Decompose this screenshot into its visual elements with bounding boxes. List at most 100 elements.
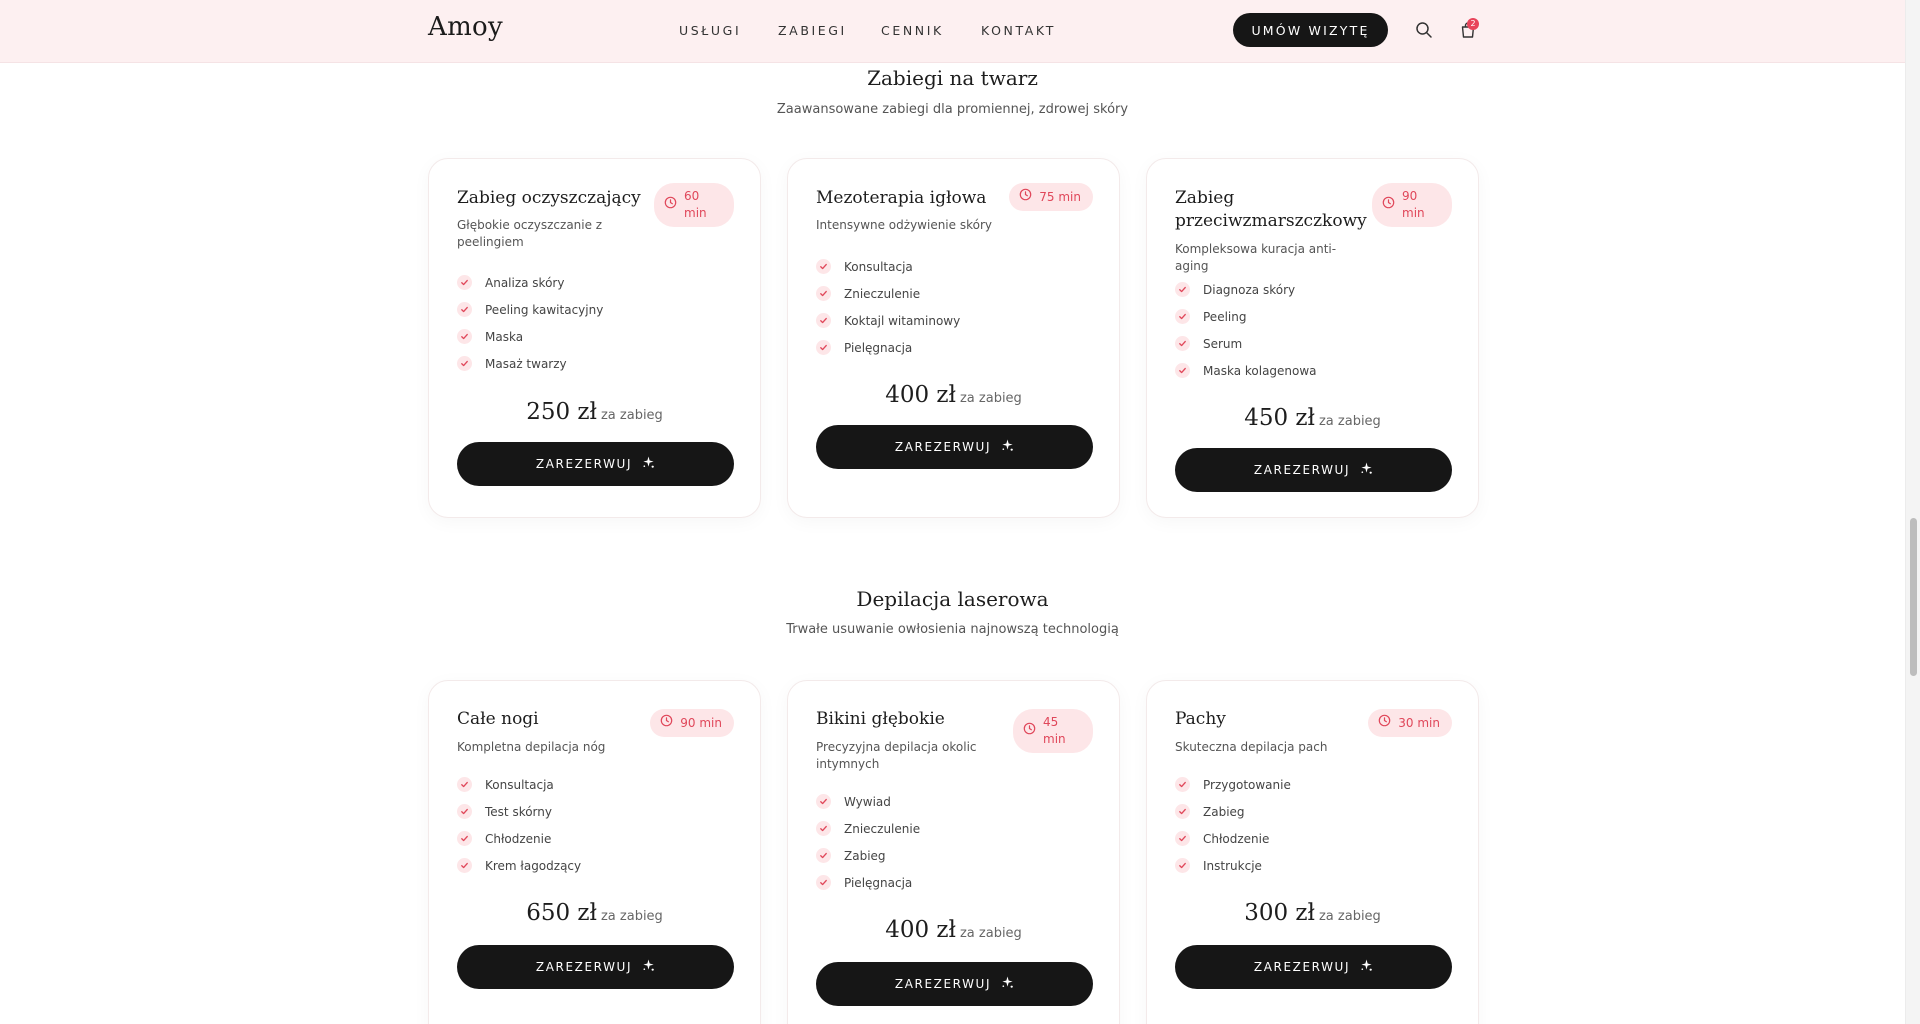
book-button[interactable]: ZAREZERWUJ [816, 962, 1093, 1006]
check-icon [1175, 309, 1190, 324]
check-icon [457, 858, 472, 873]
card-title: Zabieg przeciwzmarszczkowy [1175, 188, 1367, 231]
price: 400 zł za zabieg [788, 382, 1119, 408]
nav-item-uslugi[interactable]: USŁUGI [679, 23, 741, 38]
duration-text: 30 min [1398, 715, 1440, 730]
duration-text: 90 min [680, 715, 722, 730]
card-description: Głębokie oczyszczanie z peelingiem [457, 218, 603, 249]
search-icon[interactable] [1415, 21, 1433, 39]
feature-item: Maska [457, 323, 603, 350]
treatment-card: Bikini głębokie 45 min Precyzyjna depila… [787, 680, 1120, 1024]
treatment-card: Zabieg przeciwzmarszczkowy 90 min Komple… [1146, 158, 1479, 518]
clock-icon [1019, 188, 1039, 206]
check-icon [1175, 282, 1190, 297]
card-title: Całe nogi [457, 709, 539, 729]
clock-icon [1378, 714, 1398, 732]
check-icon [457, 804, 472, 819]
feature-list: Konsultacja Znieczulenie Koktajl witamin… [816, 253, 960, 361]
feature-item: Zabieg [1175, 798, 1291, 825]
feature-item: Zabieg [816, 842, 920, 869]
feature-list: Diagnoza skóry Peeling Serum Maska kolag… [1175, 276, 1317, 384]
check-icon [816, 794, 831, 809]
duration-badge: 30 min [1368, 709, 1452, 737]
duration-text: 90 min [1402, 189, 1425, 220]
feature-item: Maska kolagenowa [1175, 357, 1317, 384]
duration-text: 45 min [1043, 715, 1066, 746]
price-unit: za zabieg [600, 408, 663, 423]
card-title: Pachy [1175, 709, 1226, 729]
section-title-face: Zabiegi na twarz [867, 66, 1038, 90]
scrollbar-thumb[interactable] [1910, 518, 1917, 676]
feature-item: Krem łagodzący [457, 852, 581, 879]
sparkle-icon [1350, 462, 1373, 478]
sparkle-icon [991, 439, 1014, 455]
feature-item: Wywiad [816, 788, 920, 815]
feature-item: Peeling kawitacyjny [457, 296, 603, 323]
treatment-card: Pachy 30 min Skuteczna depilacja pach Pr… [1146, 680, 1479, 1024]
clock-icon [664, 196, 684, 214]
treatment-card: Mezoterapia igłowa 75 min Intensywne odż… [787, 158, 1120, 518]
check-icon [816, 821, 831, 836]
check-icon [1175, 336, 1190, 351]
price-value: 250 zł [526, 399, 597, 425]
check-icon [457, 329, 472, 344]
check-icon [1175, 777, 1190, 792]
page-scrollbar[interactable] [1905, 0, 1920, 1024]
book-button[interactable]: ZAREZERWUJ [457, 442, 734, 486]
clock-icon [1023, 722, 1043, 740]
price-unit: za zabieg [600, 909, 663, 924]
check-icon [816, 313, 831, 328]
check-icon [457, 275, 472, 290]
feature-item: Peeling [1175, 303, 1317, 330]
price-value: 300 zł [1244, 900, 1315, 926]
book-button[interactable]: ZAREZERWUJ [816, 425, 1093, 469]
price: 300 zł za zabieg [1147, 900, 1478, 926]
price: 250 zł za zabieg [429, 399, 760, 425]
check-icon [816, 340, 831, 355]
feature-item: Koktajl witaminowy [816, 307, 960, 334]
check-icon [816, 848, 831, 863]
feature-list: Konsultacja Test skórny Chłodzenie Krem … [457, 771, 581, 879]
price: 650 zł za zabieg [429, 900, 760, 926]
duration-badge: 75 min [1009, 183, 1093, 211]
section-subtitle-face: Zaawansowane zabiegi dla promiennej, zdr… [776, 102, 1129, 117]
feature-item: Serum [1175, 330, 1317, 357]
duration-badge: 60 min [654, 183, 734, 227]
check-icon [457, 777, 472, 792]
book-button[interactable]: ZAREZERWUJ [1175, 448, 1452, 492]
feature-item: Chłodzenie [457, 825, 581, 852]
check-icon [816, 259, 831, 274]
nav-item-kontakt[interactable]: KONTAKT [981, 23, 1056, 38]
feature-list: Przygotowanie Zabieg Chłodzenie Instrukc… [1175, 771, 1291, 879]
section-title-laser: Depilacja laserowa [856, 587, 1049, 611]
check-icon [457, 302, 472, 317]
clock-icon [660, 714, 680, 732]
price-unit: za zabieg [959, 391, 1022, 406]
check-icon [816, 875, 831, 890]
sparkle-icon [1350, 959, 1373, 975]
duration-text: 60 min [684, 189, 707, 220]
card-description: Skuteczna depilacja pach [1175, 740, 1328, 754]
sparkle-icon [632, 456, 655, 472]
check-icon [1175, 831, 1190, 846]
duration-text: 75 min [1039, 189, 1081, 204]
feature-item: Masaż twarzy [457, 350, 603, 377]
feature-item: Test skórny [457, 798, 581, 825]
book-button[interactable]: ZAREZERWUJ [457, 945, 734, 989]
feature-item: Diagnoza skóry [1175, 276, 1317, 303]
feature-item: Analiza skóry [457, 269, 603, 296]
feature-item: Konsultacja [457, 771, 581, 798]
feature-item: Znieczulenie [816, 280, 960, 307]
book-button[interactable]: ZAREZERWUJ [1175, 945, 1452, 989]
nav-item-cennik[interactable]: CENNIK [881, 23, 944, 38]
nav-item-zabiegi[interactable]: ZABIEGI [778, 23, 847, 38]
card-description: Kompletna depilacja nóg [457, 740, 606, 754]
duration-badge: 45 min [1013, 709, 1093, 753]
book-visit-button[interactable]: UMÓW WIZYTĘ [1233, 13, 1388, 47]
feature-item: Przygotowanie [1175, 771, 1291, 798]
treatment-card: Całe nogi 90 min Kompletna depilacja nóg… [428, 680, 761, 1024]
card-description: Precyzyjna depilacja okolic intymnych [816, 740, 977, 771]
price-unit: za zabieg [959, 926, 1022, 941]
treatment-card: Zabieg oczyszczający 60 min Głębokie ocz… [428, 158, 761, 518]
feature-item: Pielęgnacja [816, 334, 960, 361]
